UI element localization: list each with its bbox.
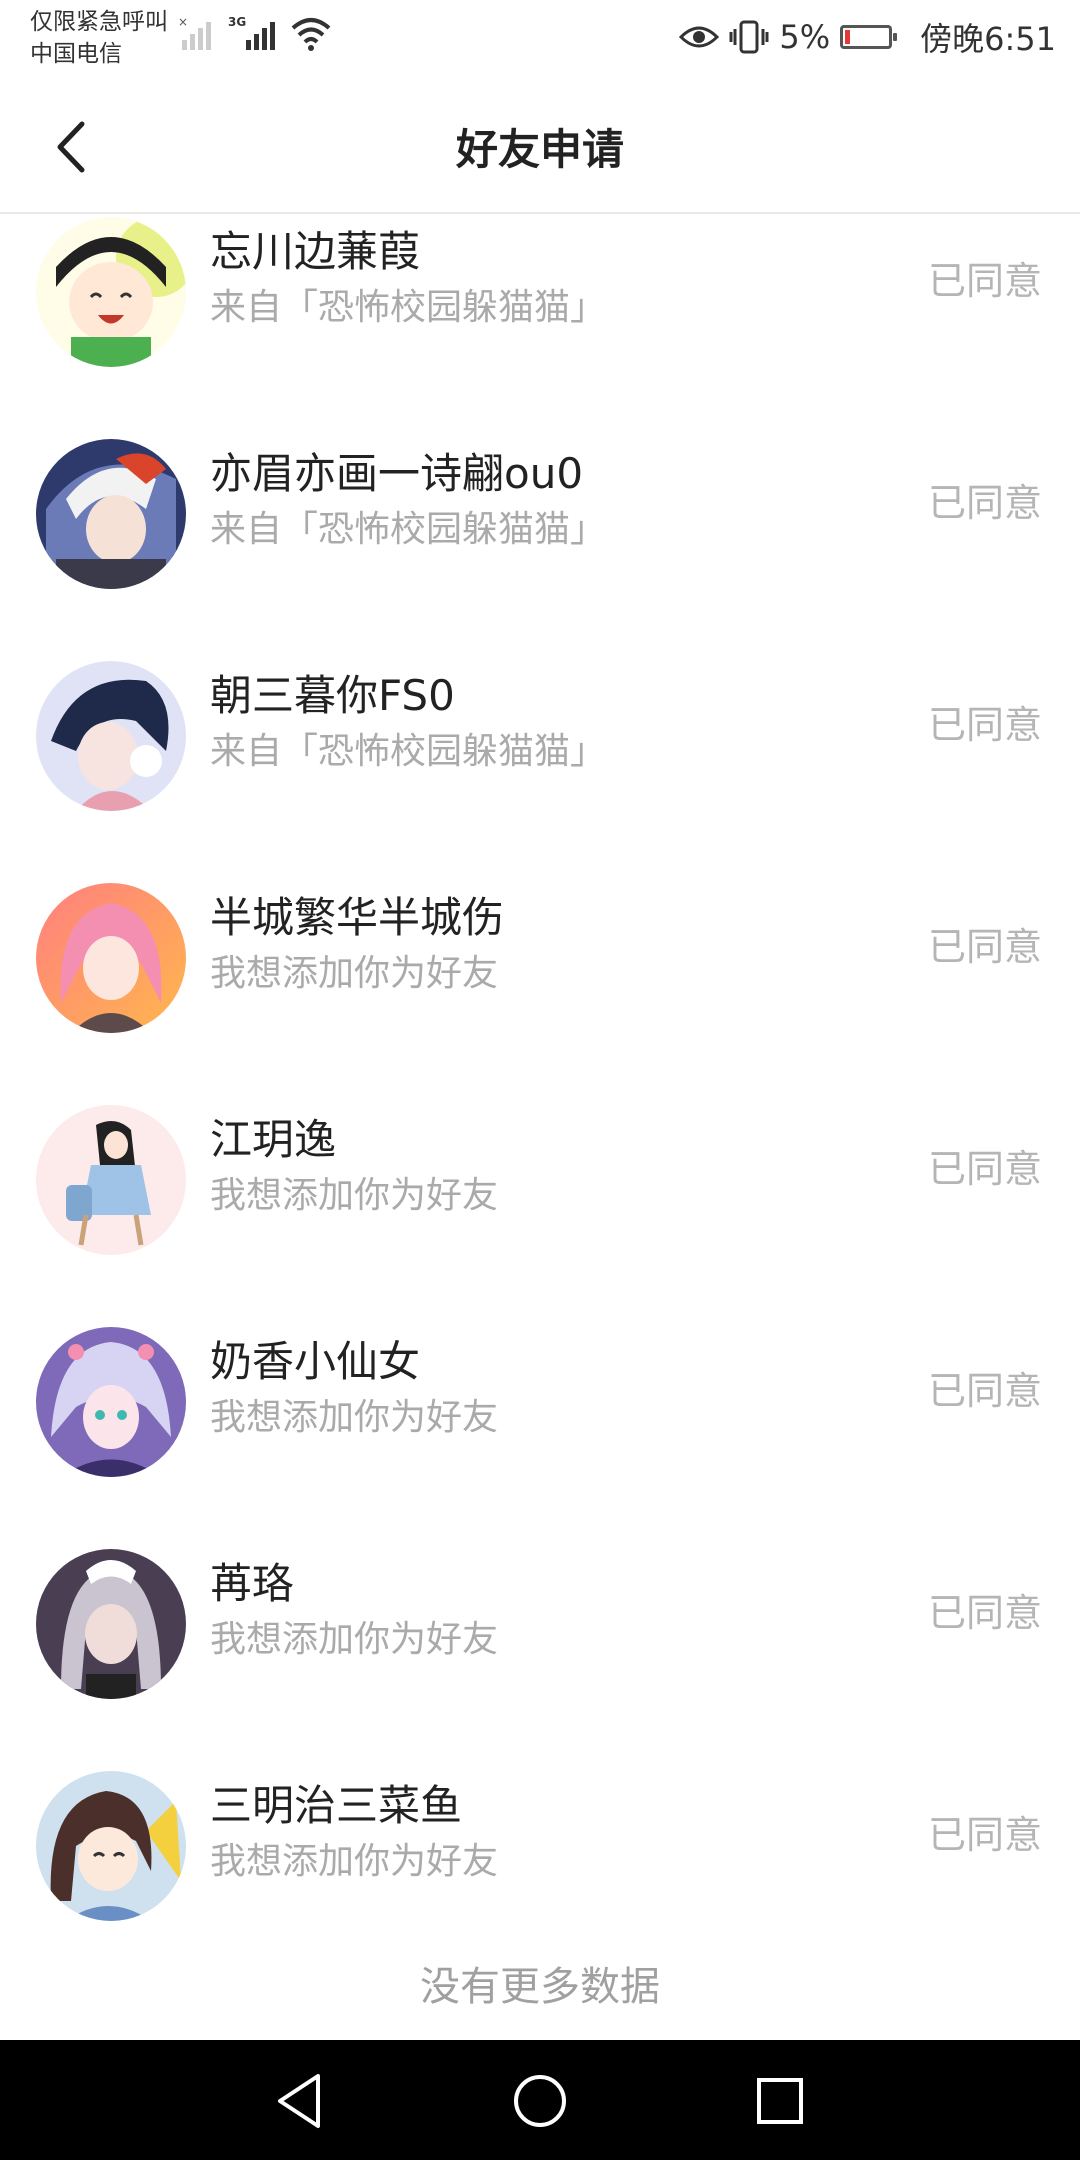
status-bar: 仅限紧急呼叫 中国电信 × 3G 5% 傍晚6:51	[0, 0, 1080, 80]
request-name: 朝三暮你FS0	[210, 671, 455, 720]
list-item[interactable]: 半城繁华半城伤 我想添加你为好友 已同意	[0, 844, 1080, 1066]
avatar	[36, 883, 186, 1033]
carrier-line-1: 仅限紧急呼叫	[30, 9, 168, 35]
avatar	[36, 439, 186, 589]
request-status: 已同意	[927, 1813, 1042, 1857]
list-item[interactable]: 亦眉亦画一诗翩ou0 来自「恐怖校园躲猫猫」 已同意	[0, 400, 1080, 622]
request-name: 苒珞	[210, 1559, 295, 1608]
list-item[interactable]: 忘川边蒹葭 来自「恐怖校园躲猫猫」 已同意	[0, 214, 1080, 400]
request-source: 我想添加你为好友	[210, 953, 499, 994]
carrier-line-2: 中国电信	[30, 41, 122, 67]
no-more-data-label: 没有更多数据	[420, 1964, 660, 2010]
request-name: 三明治三菜鱼	[210, 1781, 463, 1830]
request-source: 我想添加你为好友	[210, 1397, 499, 1438]
system-navigation-bar	[0, 2040, 1080, 2160]
header: 好友申请	[0, 80, 1080, 214]
request-source: 来自「恐怖校园躲猫猫」	[210, 731, 607, 772]
eye-comfort-icon	[679, 26, 720, 48]
signal-icon-3g: 3G	[228, 15, 275, 50]
wifi-icon	[291, 18, 331, 51]
request-status: 已同意	[927, 1369, 1042, 1413]
request-name: 亦眉亦画一诗翩ou0	[210, 449, 584, 498]
friend-request-list[interactable]: 忘川边蒹葭 来自「恐怖校园躲猫猫」 已同意 亦眉亦画一诗翩ou0 来自「恐怖校园…	[0, 214, 1080, 2040]
list-item[interactable]: 苒珞 我想添加你为好友 已同意	[0, 1510, 1080, 1732]
avatar	[36, 1771, 186, 1921]
list-item[interactable]: 朝三暮你FS0 来自「恐怖校园躲猫猫」 已同意	[0, 622, 1080, 844]
list-item[interactable]: 江玥逸 我想添加你为好友 已同意	[0, 1066, 1080, 1288]
request-status: 已同意	[927, 1147, 1042, 1191]
request-name: 忘川边蒹葭	[210, 227, 421, 276]
request-source: 来自「恐怖校园躲猫猫」	[210, 287, 607, 328]
request-status: 已同意	[927, 481, 1042, 525]
nav-recents-icon[interactable]	[745, 2068, 815, 2134]
avatar	[36, 1549, 186, 1699]
nav-home-icon[interactable]	[505, 2068, 575, 2134]
vibrate-icon	[729, 20, 769, 54]
request-status: 已同意	[927, 1591, 1042, 1635]
avatar	[36, 661, 186, 811]
signal-icon-sim1: ×	[178, 15, 211, 50]
request-source: 我想添加你为好友	[210, 1841, 499, 1882]
avatar	[36, 1327, 186, 1477]
avatar	[36, 217, 186, 367]
list-item[interactable]: 奶香小仙女 我想添加你为好友 已同意	[0, 1288, 1080, 1510]
nav-back-icon[interactable]	[266, 2068, 336, 2134]
request-source: 我想添加你为好友	[210, 1175, 499, 1216]
page-title: 好友申请	[455, 125, 624, 174]
request-status: 已同意	[927, 703, 1042, 747]
request-source: 来自「恐怖校园躲猫猫」	[210, 509, 607, 550]
status-right-group: 5% 傍晚6:51	[679, 14, 1056, 60]
request-status: 已同意	[927, 925, 1042, 969]
clock: 傍晚6:51	[920, 20, 1056, 58]
request-source: 我想添加你为好友	[210, 1619, 499, 1660]
request-name: 半城繁华半城伤	[210, 893, 505, 942]
carrier-info: 仅限紧急呼叫 中国电信	[30, 6, 168, 70]
avatar	[36, 1105, 186, 1255]
network-type-label: 3G	[228, 15, 246, 29]
battery-icon	[840, 25, 898, 49]
list-item[interactable]: 三明治三菜鱼 我想添加你为好友 已同意	[0, 1732, 1080, 1954]
request-status: 已同意	[927, 259, 1042, 303]
battery-percent: 5%	[779, 18, 831, 56]
svg-text:×: ×	[178, 15, 188, 29]
request-name: 江玥逸	[210, 1115, 337, 1164]
request-name: 奶香小仙女	[210, 1337, 421, 1386]
